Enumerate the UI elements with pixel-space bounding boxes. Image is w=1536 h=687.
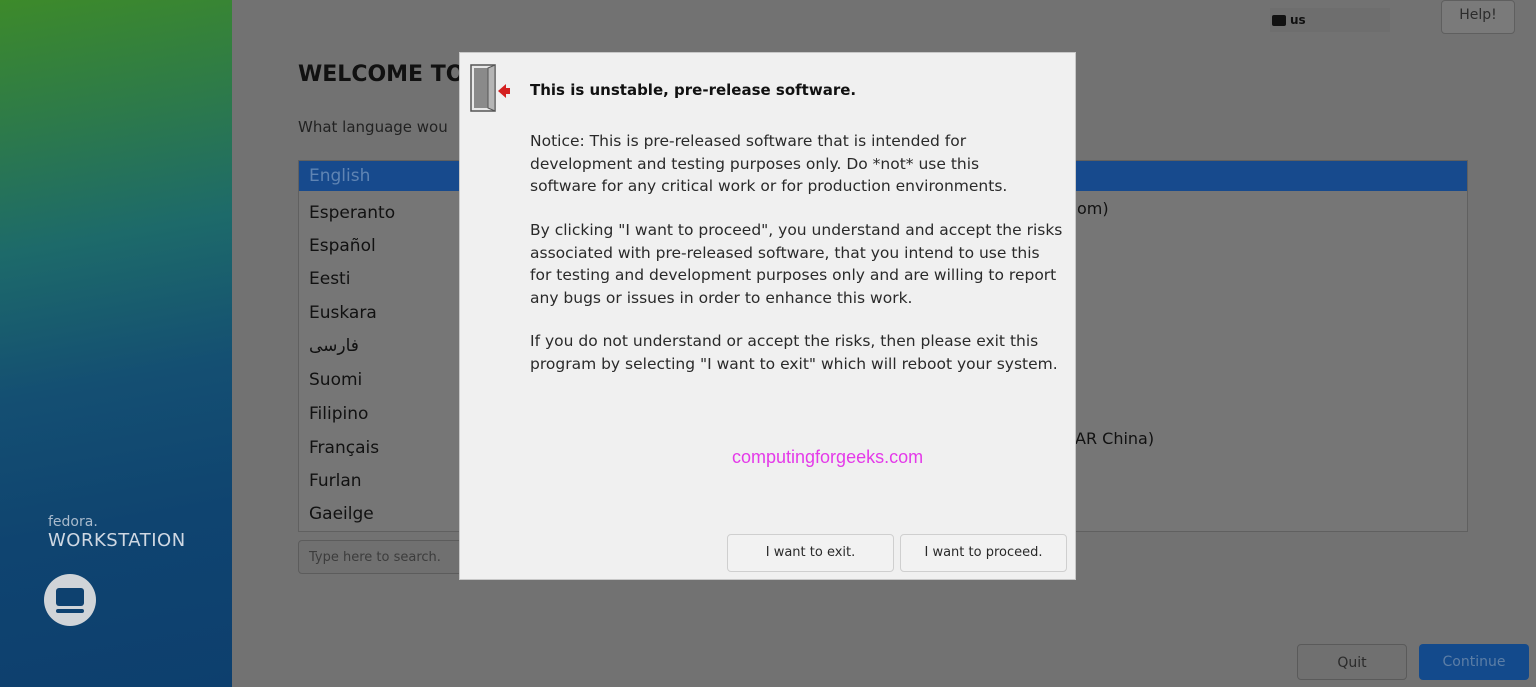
language-item[interactable]: Furlan	[309, 471, 362, 491]
help-button[interactable]: Help!	[1441, 0, 1515, 34]
prerelease-warning-dialog: This is unstable, pre-release software. …	[459, 52, 1076, 580]
dialog-consent-line: for testing and development purposes onl…	[530, 266, 1057, 284]
language-item[interactable]: فارسی	[309, 336, 359, 356]
language-item[interactable]: Gaeilge	[309, 504, 374, 524]
locale-item[interactable]: om)	[1077, 199, 1109, 218]
dialog-notice-line: development and testing purposes only. D…	[530, 154, 980, 173]
exit-button[interactable]: I want to exit.	[727, 534, 894, 572]
brand-line1: fedora.	[48, 514, 98, 530]
workstation-logo-icon	[44, 574, 96, 626]
dialog-notice-line: software for any critical work or for pr…	[530, 177, 1008, 195]
proceed-button[interactable]: I want to proceed.	[900, 534, 1067, 572]
language-item[interactable]: Suomi	[309, 370, 362, 390]
fedora-brand: fedora. WORKSTATION	[48, 514, 186, 551]
dialog-exit-line: If you do not understand or accept the r…	[530, 332, 1039, 350]
selected-language-label: English	[309, 166, 371, 186]
language-item[interactable]: Français	[309, 438, 379, 458]
dialog-consent-line: associated with pre-released software, t…	[530, 243, 1040, 262]
keyboard-layout-indicator[interactable]: us	[1270, 8, 1390, 32]
language-item[interactable]: Esperanto	[309, 203, 395, 223]
dialog-title: This is unstable, pre-release software.	[530, 81, 857, 99]
keyboard-layout-label: us	[1290, 13, 1306, 27]
continue-button[interactable]: Continue	[1419, 644, 1529, 680]
language-question: What language wou	[298, 118, 448, 136]
language-item[interactable]: Filipino	[309, 404, 368, 424]
keyboard-icon	[1272, 15, 1286, 26]
dialog-exit-line: program by selecting "I want to exit" wh…	[530, 354, 1058, 373]
brand-line2: WORKSTATION	[48, 530, 186, 551]
dialog-notice-line: Notice: This is pre-released software th…	[530, 132, 967, 150]
quit-button[interactable]: Quit	[1297, 644, 1407, 680]
language-item[interactable]: Eesti	[309, 269, 350, 289]
sidebar: fedora. WORKSTATION	[0, 0, 232, 687]
locale-item[interactable]: AR China)	[1075, 429, 1154, 448]
language-item[interactable]: Español	[309, 236, 376, 256]
watermark: computingforgeeks.com	[732, 447, 924, 467]
language-item[interactable]: Euskara	[309, 303, 377, 323]
exit-warning-icon	[470, 64, 510, 112]
page-title: WELCOME TO	[298, 62, 465, 87]
dialog-consent-line: any bugs or issues in order to enhance t…	[530, 288, 913, 307]
dialog-consent-line: By clicking "I want to proceed", you und…	[530, 221, 1063, 239]
